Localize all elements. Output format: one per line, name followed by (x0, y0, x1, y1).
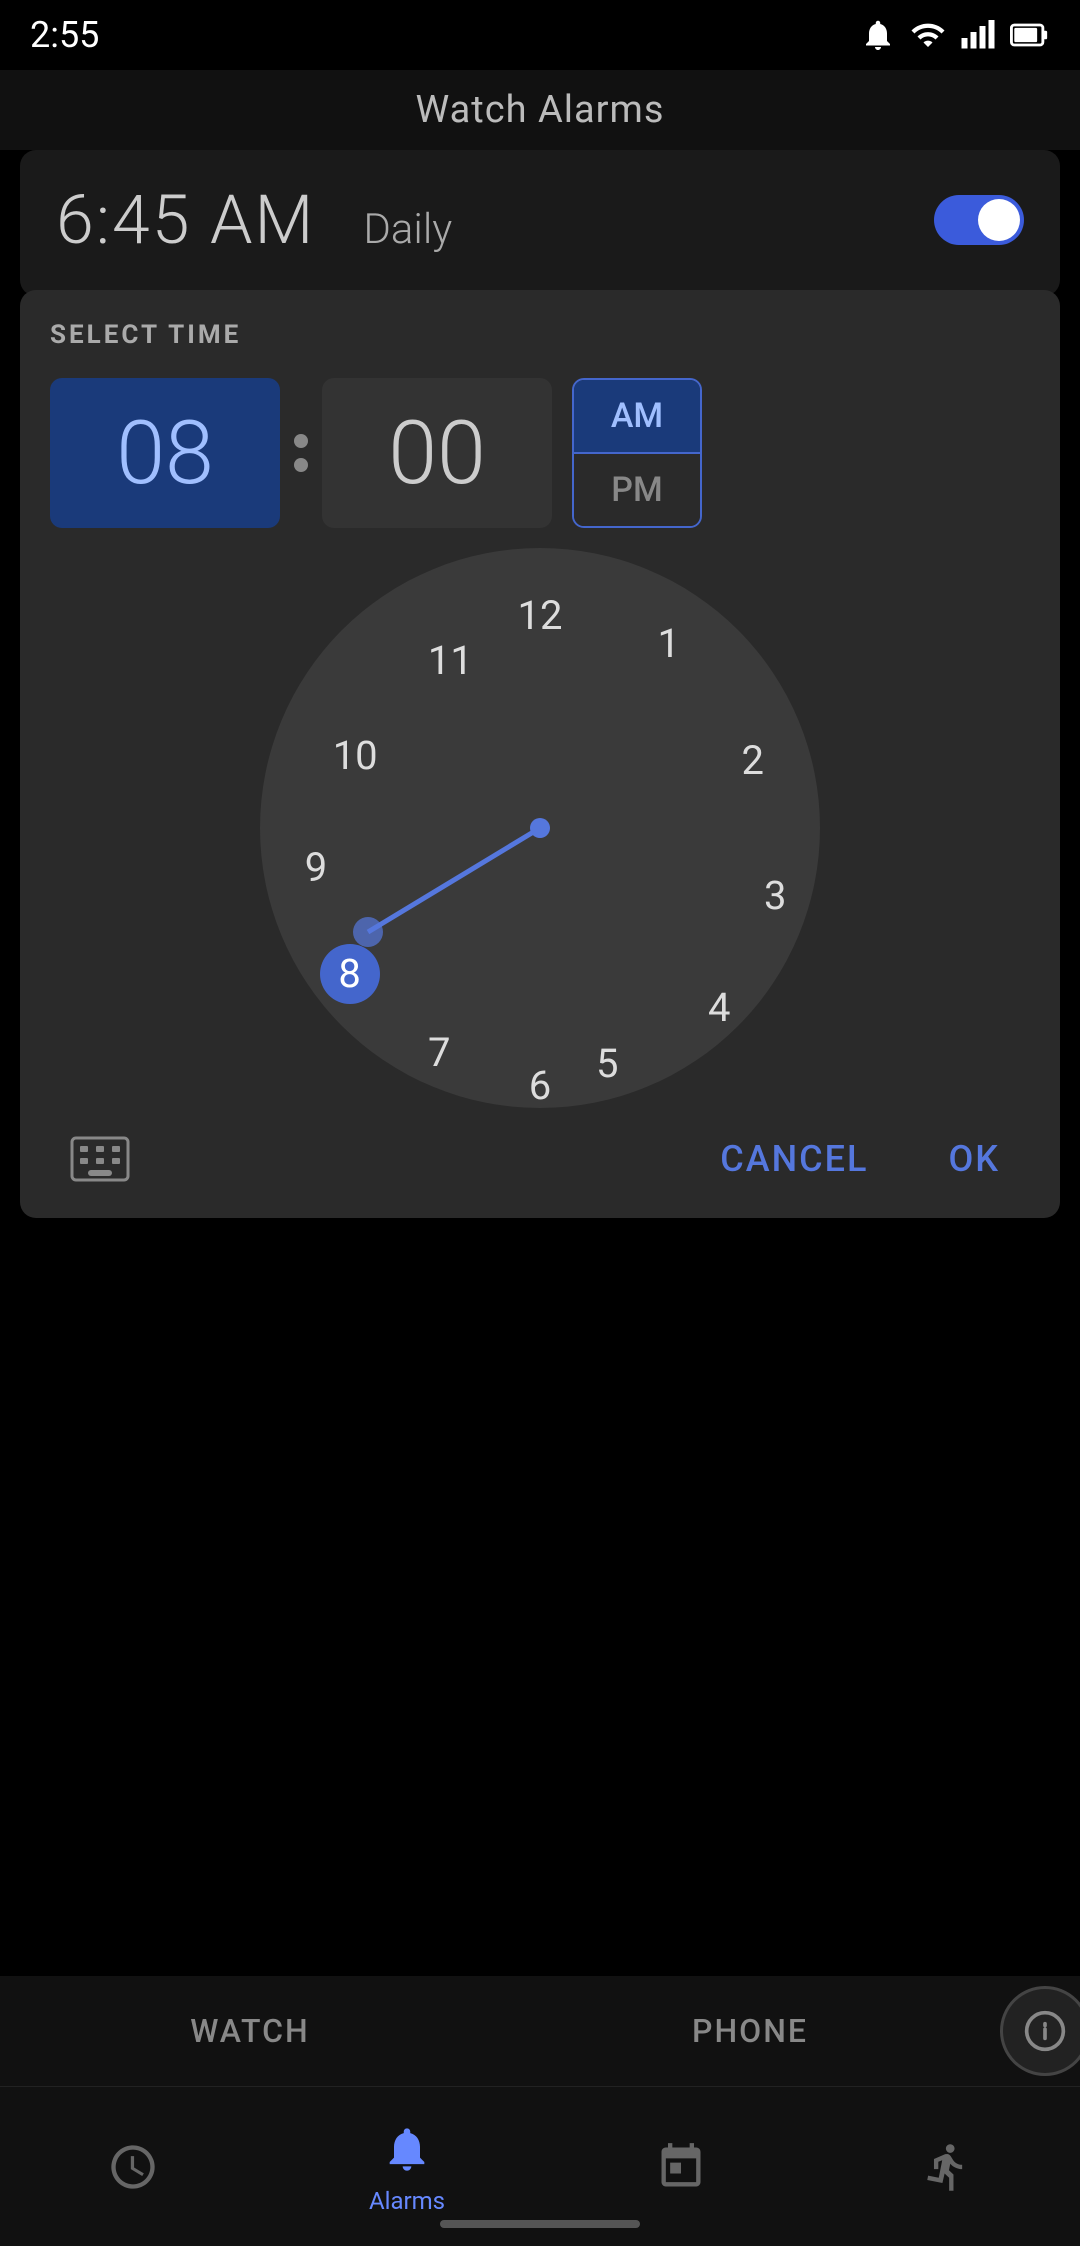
notification-icon (860, 17, 896, 53)
status-time: 2:55 (30, 14, 99, 56)
am-label: AM (611, 396, 663, 436)
clock-face[interactable]: 12 1 2 3 4 5 6 7 8 9 10 11 (260, 548, 820, 1108)
nav-item-clock[interactable] (103, 2137, 163, 2197)
alarm-nav-icon (377, 2119, 437, 2179)
keyboard-icon (70, 1136, 130, 1182)
watch-tab-label: WATCH (190, 2012, 309, 2050)
time-inputs-row: 08 00 AM PM (50, 378, 1030, 528)
pm-label: PM (611, 470, 662, 510)
clock-num-2[interactable]: 2 (723, 731, 783, 791)
battery-icon (1010, 17, 1050, 53)
alarm-time: 6:45 AM (56, 180, 315, 260)
nav-item-activity[interactable] (917, 2137, 977, 2197)
nav-item-alarms[interactable]: Alarms (369, 2119, 445, 2215)
phone-tab-label: PHONE (692, 2012, 808, 2050)
clock-num-10[interactable]: 10 (325, 725, 385, 785)
clock-num-6[interactable]: 6 (510, 1056, 570, 1116)
status-icons (860, 17, 1050, 53)
calendar-nav-icon (651, 2137, 711, 2197)
phone-tab[interactable]: PHONE (500, 1976, 1000, 2086)
info-fab[interactable] (1000, 1986, 1080, 2076)
hour-value: 08 (116, 402, 214, 505)
signal-icon (960, 17, 996, 53)
ok-button[interactable]: OK (928, 1128, 1020, 1190)
info-icon (1023, 2009, 1067, 2053)
toggle-knob (978, 199, 1020, 241)
bottom-tabs-bar: WATCH PHONE (0, 1976, 1080, 2086)
clock-num-1[interactable]: 1 (639, 613, 699, 673)
time-picker-dialog: SELECT TIME 08 00 AM PM (20, 290, 1060, 1218)
minute-value: 00 (388, 402, 486, 505)
cancel-button[interactable]: CANCEL (700, 1128, 888, 1190)
clock-num-3[interactable]: 3 (745, 865, 805, 925)
alarm-toggle[interactable] (934, 195, 1024, 245)
clock-num-9[interactable]: 9 (286, 837, 346, 897)
activity-nav-icon (917, 2137, 977, 2197)
home-indicator (440, 2220, 640, 2228)
clock-num-8[interactable]: 8 (320, 944, 380, 1004)
time-colon (294, 434, 308, 472)
wifi-icon (910, 17, 946, 53)
status-bar: 2:55 (0, 0, 1080, 70)
clock-nav-icon (103, 2137, 163, 2197)
picker-text-buttons: CANCEL OK (700, 1128, 1020, 1190)
select-time-label: SELECT TIME (50, 320, 1030, 350)
minute-input[interactable]: 00 (322, 378, 552, 528)
hour-input[interactable]: 08 (50, 378, 280, 528)
keyboard-toggle-button[interactable] (60, 1129, 140, 1189)
clock-num-11[interactable]: 11 (420, 630, 480, 690)
nav-item-calendar[interactable] (651, 2137, 711, 2197)
watch-tab[interactable]: WATCH (0, 1976, 500, 2086)
ampm-selector[interactable]: AM PM (572, 378, 702, 528)
clock-container[interactable]: 12 1 2 3 4 5 6 7 8 9 10 11 (260, 548, 820, 1108)
page-title: Watch Alarms (416, 88, 665, 132)
alarms-nav-label: Alarms (369, 2187, 445, 2215)
alarm-label: Daily (363, 205, 452, 254)
picker-actions: CANCEL OK (50, 1128, 1030, 1190)
clock-num-7[interactable]: 7 (409, 1022, 469, 1082)
clock-num-4[interactable]: 4 (689, 977, 749, 1037)
am-option[interactable]: AM (574, 380, 700, 452)
pm-option[interactable]: PM (574, 454, 700, 526)
clock-num-5[interactable]: 5 (577, 1033, 637, 1093)
page-title-bar: Watch Alarms (0, 70, 1080, 150)
alarm-card: 6:45 AM Daily (20, 150, 1060, 296)
clock-num-12[interactable]: 12 (510, 585, 570, 645)
